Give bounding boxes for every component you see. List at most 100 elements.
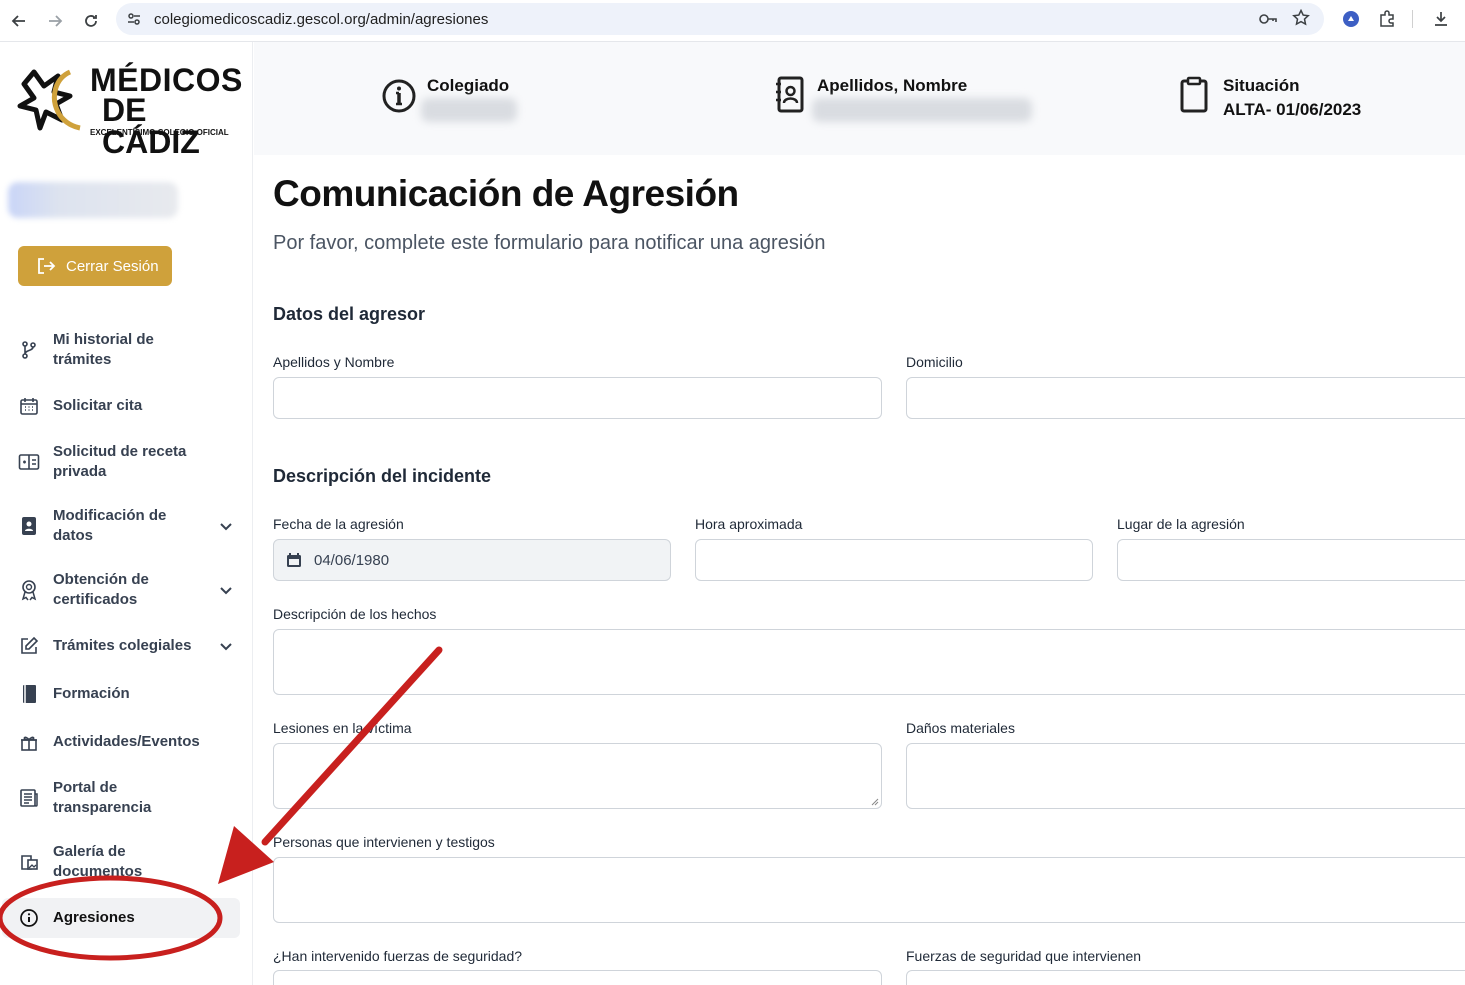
sidebar-item-tramites[interactable]: Trámites colegiales [0,634,253,658]
personas-label: Personas que intervienen y testigos [273,834,495,850]
branch-icon [18,339,40,361]
main-content: Comunicación de Agresión Por favor, comp… [254,155,1465,985]
site-settings-icon[interactable] [126,11,142,32]
sidebar-item-label: Modificación de datos [53,507,167,544]
gallery-icon [18,851,40,873]
domicilio-input[interactable] [906,377,1465,419]
situacion-value: ALTA- 01/06/2023 [1223,100,1362,119]
prescription-icon [18,451,40,473]
nombre-label: Apellidos, Nombre [817,76,968,95]
fuerzas-cuales-input[interactable] [906,970,1465,985]
sidebar-item-certificados[interactable]: Obtención de certificados [0,568,253,612]
fecha-input[interactable]: 04/06/1980 [273,539,671,581]
logo-subtitle: EXCELENTÍSIMO COLEGIO OFICIAL [90,128,229,137]
sidebar-item-solicitar-cita[interactable]: Solicitar cita [0,394,253,418]
logo-emblem-icon [17,69,81,131]
logout-label: Cerrar Sesión [66,257,159,275]
newspaper-icon [18,787,40,809]
award-icon [18,579,40,601]
logo-title-line2: DE CÁDIZ [102,92,200,160]
section-title-incidente: Descripción del incidente [273,466,492,486]
sidebar-item-actividades[interactable]: Actividades/Eventos [0,730,253,754]
sidebar-item-label: Solicitud de receta privada [53,443,187,480]
sidebar-item-label: Galería de documentos [53,843,143,880]
section-title-agresor: Datos del agresor [273,304,426,324]
fuerzas-label: ¿Han intervenido fuerzas de seguridad? [273,948,523,964]
sidebar-item-label: Agresiones [53,909,135,926]
edit-icon [18,635,40,657]
lugar-input[interactable] [1117,539,1465,581]
logout-icon [38,258,56,274]
sidebar-item-agresiones[interactable]: Agresiones [0,906,253,930]
calendar-icon [18,395,40,417]
sidebar-item-modificacion[interactable]: Modificación de datos [0,504,253,548]
personas-textarea[interactable] [273,857,1465,923]
sidebar-item-label: Trámites colegiales [53,637,192,654]
sidebar-item-historial[interactable]: Mi historial de trámites [0,328,253,372]
sidebar-item-galeria[interactable]: Galería de documentos [0,840,253,884]
password-key-icon[interactable] [1258,10,1278,33]
contact-book-icon [776,76,804,113]
situacion-label: Situación [1223,76,1300,95]
resize-handle-icon[interactable] [870,797,879,806]
sidebar-item-formacion[interactable]: Formación [0,682,253,706]
lugar-label: Lugar de la agresión [1117,516,1245,532]
nombre-value-blurred [812,98,1032,122]
hora-label: Hora aproximada [695,516,803,532]
logo[interactable]: MÉDICOS DE CÁDIZ EXCELENTÍSIMO COLEGIO O… [16,62,242,158]
sidebar: MÉDICOS DE CÁDIZ EXCELENTÍSIMO COLEGIO O… [0,42,253,985]
fuerzas-cuales-label: Fuerzas de seguridad que intervienen [906,948,1142,964]
colegiado-label: Colegiado [427,76,510,95]
user-profile-blurred [8,182,178,218]
reload-icon[interactable] [78,8,104,34]
chevron-down-icon[interactable] [218,582,234,598]
apellidos-input[interactable] [273,377,882,419]
fuerzas-select[interactable] [273,970,882,985]
chevron-down-icon[interactable] [218,518,234,534]
lesiones-label: Lesiones en la víctima [273,720,412,736]
header-situacion: Situación ALTA- 01/06/2023 [1179,72,1399,132]
book-icon [18,683,40,705]
fecha-value: 04/06/1980 [314,552,390,569]
address-bar[interactable]: colegiomedicoscadiz.gescol.org/admin/agr… [116,3,1324,35]
danos-label: Daños materiales [906,720,1015,736]
apellidos-label: Apellidos y Nombre [273,354,395,370]
descripcion-textarea[interactable] [273,629,1465,695]
logout-button[interactable]: Cerrar Sesión [18,246,172,286]
header-colegiado: Colegiado [381,72,581,132]
colegiado-value-blurred [421,98,517,122]
page-subtitle: Por favor, complete este formulario para… [273,232,826,254]
lesiones-textarea[interactable] [273,743,882,809]
info-icon [18,907,40,929]
sidebar-item-label: Portal de transparencia [53,779,152,816]
bookmark-star-icon[interactable] [1292,8,1310,32]
sidebar-item-label: Actividades/Eventos [53,733,200,750]
toolbar-divider [1412,10,1413,28]
browser-toolbar: colegiomedicoscadiz.gescol.org/admin/agr… [0,0,1465,42]
calendar-icon [287,553,301,567]
header-nombre: Apellidos, Nombre [774,72,1054,132]
hora-input[interactable] [695,539,1093,581]
sidebar-item-label: Obtención de certificados [53,571,149,608]
domicilio-label: Domicilio [906,354,963,370]
id-badge-icon [18,515,40,537]
fecha-label: Fecha de la agresión [273,516,404,532]
download-icon[interactable] [1430,8,1452,30]
page-title: Comunicación de Agresión [273,173,739,214]
descripcion-label: Descripción de los hechos [273,606,437,622]
forward-icon[interactable] [42,8,68,34]
extensions-puzzle-icon[interactable] [1376,8,1398,30]
info-icon [382,79,416,113]
profile-extension-icon[interactable] [1340,8,1362,30]
clipboard-icon [1180,76,1208,113]
gift-icon [18,731,40,753]
sidebar-item-receta[interactable]: Solicitud de receta privada [0,440,253,484]
member-header: Colegiado Apellidos, Nombre Situación AL… [254,42,1465,155]
sidebar-item-label: Formación [53,685,130,702]
back-icon[interactable] [6,8,32,34]
danos-textarea[interactable] [906,743,1465,809]
sidebar-item-transparencia[interactable]: Portal de transparencia [0,776,253,820]
sidebar-item-label: Mi historial de trámites [53,331,154,368]
chevron-down-icon[interactable] [218,638,234,654]
url-text[interactable]: colegiomedicoscadiz.gescol.org/admin/agr… [154,11,488,28]
